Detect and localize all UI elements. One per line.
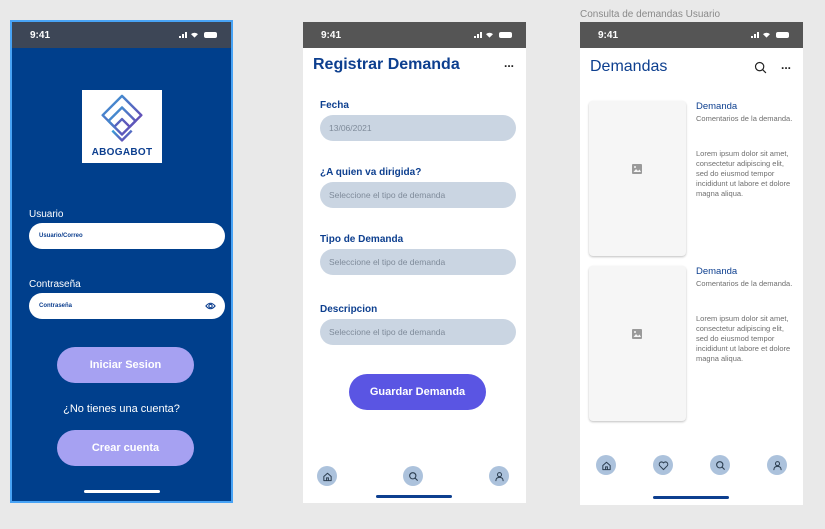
home-icon bbox=[322, 472, 332, 481]
signal-icon bbox=[474, 32, 482, 38]
description-field[interactable]: Seleccione el tipo de demanda bbox=[320, 319, 516, 345]
nav-profile-button[interactable] bbox=[767, 455, 787, 475]
nav-search-button[interactable] bbox=[710, 455, 730, 475]
image-placeholder-icon bbox=[632, 329, 642, 339]
nav-home-button[interactable] bbox=[596, 455, 616, 475]
card-body: Lorem ipsum dolor sit amet, consectetur … bbox=[696, 149, 791, 198]
card-image[interactable] bbox=[589, 101, 686, 256]
save-demand-button[interactable]: Guardar Demanda bbox=[349, 374, 486, 410]
home-indicator bbox=[653, 496, 729, 499]
password-placeholder: Contraseña bbox=[39, 303, 73, 309]
logo-text: ABOGABOT bbox=[91, 147, 153, 158]
login-button[interactable]: Iniciar Sesion bbox=[57, 347, 194, 383]
status-time: 9:41 bbox=[30, 30, 51, 41]
frame-caption: Consulta de demandas Usuario bbox=[580, 9, 721, 20]
signal-icon bbox=[751, 32, 759, 38]
status-bar: 9:41 bbox=[580, 22, 803, 48]
eye-icon[interactable] bbox=[205, 301, 216, 311]
card-title[interactable]: Demanda bbox=[696, 101, 737, 112]
home-icon bbox=[601, 461, 611, 470]
home-indicator bbox=[84, 490, 160, 493]
card-comment: Comentarios de la demanda. bbox=[696, 279, 793, 288]
wifi-icon bbox=[763, 32, 770, 38]
date-label: Fecha bbox=[320, 100, 349, 111]
card-image[interactable] bbox=[589, 266, 686, 421]
search-icon bbox=[715, 460, 725, 470]
battery-icon bbox=[204, 32, 217, 38]
password-input[interactable]: Contraseña bbox=[29, 293, 225, 319]
signal-icon bbox=[179, 32, 187, 38]
login-screen: 9:41 ABOGABOT Usuario Usuario/Correo Con… bbox=[10, 20, 233, 503]
password-label: Contraseña bbox=[29, 279, 81, 290]
no-account-text: ¿No tienes una cuenta? bbox=[63, 403, 180, 415]
recipient-label: ¿A quien va dirigida? bbox=[320, 167, 422, 178]
user-label: Usuario bbox=[29, 209, 64, 220]
image-placeholder-icon bbox=[632, 164, 642, 174]
more-icon[interactable]: ... bbox=[781, 58, 791, 72]
nav-home-button[interactable] bbox=[317, 466, 337, 486]
card-comment: Comentarios de la demanda. bbox=[696, 114, 793, 123]
nav-favorites-button[interactable] bbox=[653, 455, 673, 475]
type-label: Tipo de Demanda bbox=[320, 234, 404, 245]
demands-list-screen: 9:41 Demandas ... Demanda Comentarios de… bbox=[580, 22, 803, 505]
search-icon[interactable] bbox=[754, 61, 767, 74]
create-account-button[interactable]: Crear cuenta bbox=[57, 430, 194, 466]
page-title: Demandas bbox=[590, 58, 668, 75]
recipient-select[interactable]: Seleccione el tipo de demanda bbox=[320, 182, 516, 208]
app-logo: ABOGABOT bbox=[82, 90, 162, 163]
wifi-icon bbox=[191, 32, 198, 38]
nav-profile-button[interactable] bbox=[489, 466, 509, 486]
type-select[interactable]: Seleccione el tipo de demanda bbox=[320, 249, 516, 275]
status-time: 9:41 bbox=[321, 30, 342, 41]
profile-icon bbox=[772, 460, 782, 470]
battery-icon bbox=[499, 32, 512, 38]
more-icon[interactable]: ... bbox=[504, 56, 514, 70]
card-body: Lorem ipsum dolor sit amet, consectetur … bbox=[696, 314, 791, 363]
status-time: 9:41 bbox=[598, 30, 619, 41]
user-input[interactable]: Usuario/Correo bbox=[29, 223, 225, 249]
status-bar: 9:41 bbox=[12, 22, 231, 48]
status-bar: 9:41 bbox=[303, 22, 526, 48]
status-icons bbox=[751, 31, 789, 38]
status-icons bbox=[474, 31, 512, 38]
home-indicator bbox=[376, 495, 452, 498]
search-icon bbox=[408, 471, 418, 481]
profile-icon bbox=[494, 471, 504, 481]
date-field[interactable]: 13/06/2021 bbox=[320, 115, 516, 141]
nav-search-button[interactable] bbox=[403, 466, 423, 486]
logo-mark-icon bbox=[101, 94, 143, 142]
wifi-icon bbox=[486, 32, 493, 38]
register-screen: 9:41 Registrar Demanda ... Fecha 13/06/2… bbox=[303, 22, 526, 503]
battery-icon bbox=[776, 32, 789, 38]
status-icons bbox=[179, 31, 217, 38]
description-label: Descripcion bbox=[320, 304, 378, 315]
page-title: Registrar Demanda bbox=[313, 56, 460, 73]
heart-icon bbox=[658, 460, 668, 470]
card-title[interactable]: Demanda bbox=[696, 266, 737, 277]
